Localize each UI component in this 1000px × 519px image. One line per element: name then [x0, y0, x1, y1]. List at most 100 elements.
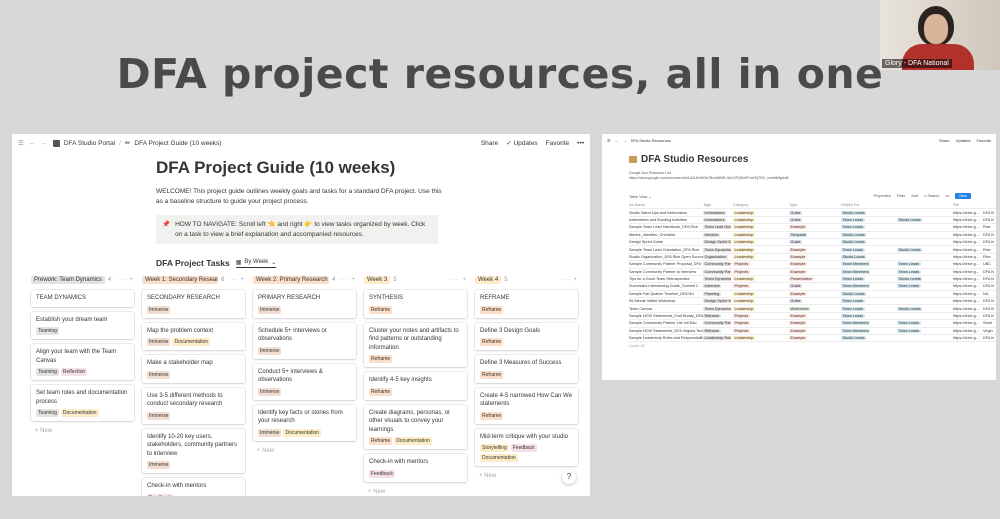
table-row[interactable]: Sample Fall Quarter Timeline_DFA NU Plann…	[629, 291, 996, 299]
table-row[interactable]: Studio Warm Ups and Icebreakers Icebreake…	[629, 209, 996, 217]
table-header-cell[interactable]: Helpful For	[839, 203, 895, 207]
table-view-selector[interactable]: Table View ⌄	[629, 194, 652, 199]
back-arrow-icon[interactable]: ←	[615, 138, 619, 143]
more-options-button[interactable]: •••	[577, 140, 584, 147]
task-card[interactable]: Create 4-5 narrowed How Can We statement…	[475, 387, 578, 424]
table-chip: Projects	[733, 328, 750, 333]
forward-arrow-icon[interactable]: →	[40, 140, 47, 147]
search-button[interactable]: ⌕ Search	[924, 194, 939, 198]
table-row[interactable]: Successful Interviewing Guide_Summit 2 In…	[629, 283, 996, 291]
task-card[interactable]: Set team roles and documentation process…	[31, 385, 134, 421]
favorite-button[interactable]: Favorite	[546, 140, 569, 147]
column-count: 4	[332, 277, 336, 283]
filter-button[interactable]: Filter	[897, 194, 905, 198]
task-card[interactable]: Mid-term critique with your studio Storyt…	[475, 428, 578, 466]
new-card-button[interactable]: + New	[31, 426, 134, 436]
breadcrumb-workspace[interactable]: DFA Studio Portal	[64, 140, 115, 147]
resources-subtitle: Google Doc Resource List https://docs.go…	[629, 171, 996, 181]
breadcrumb-page[interactable]: DFA Project Guide (10 weeks)	[134, 140, 221, 147]
table-cell: https://drive.g...	[953, 321, 979, 326]
task-card[interactable]: Schedule 5+ interviews or observations Im…	[253, 322, 356, 359]
table-header-cell[interactable]: Aa Name	[629, 203, 703, 207]
updates-button[interactable]: ✓ Updates	[506, 139, 537, 147]
task-card[interactable]: Use 3-5 different methods to conduct sec…	[142, 387, 245, 424]
view-selector[interactable]: ▦ By Week ⌄	[235, 259, 277, 268]
table-row[interactable]: Sample HCW Statements_DFA Virginia Tech R…	[629, 328, 996, 336]
table-row[interactable]: Sample Team Lead Handbook_DFA Rice Team L…	[629, 224, 996, 232]
new-card-button[interactable]: + New	[364, 487, 467, 497]
table-header-cell[interactable]: Type	[787, 203, 839, 207]
table-row[interactable]: Tips for a Good Team Retrospective Team D…	[629, 276, 996, 284]
task-card[interactable]: TEAM DYNAMICS	[31, 290, 134, 307]
task-card[interactable]: Create diagrams, personas, or other visu…	[364, 404, 467, 449]
column-tools-icon[interactable]: ··· +	[451, 277, 467, 283]
task-card[interactable]: Check-in with mentors Feedback	[364, 454, 467, 482]
task-card[interactable]: SECONDARY RESEARCH Immerse	[142, 290, 245, 318]
table-chip: Example	[789, 247, 807, 252]
favorite-button[interactable]: Favorite	[977, 138, 991, 143]
table-cell: Guide	[787, 299, 839, 304]
column-name[interactable]: Week 1: Secondary Research	[142, 276, 218, 284]
menu-icon[interactable]: ☰	[607, 138, 611, 143]
resources-title-row: DFA Studio Resources	[629, 154, 996, 165]
task-card[interactable]: Identify 4-5 key insights Reframe	[364, 372, 467, 400]
table-row[interactable]: Team Canvas Team Dynamics Leadership Worksh…	[629, 305, 996, 313]
doc-list-link[interactable]: https://docs.google.com/document/d/1cDL6…	[629, 176, 996, 181]
new-card-button[interactable]: + New	[253, 446, 356, 456]
table-header-cell[interactable]: Tags	[703, 203, 731, 207]
table-cell: https://drive.g...	[953, 336, 979, 341]
column-name[interactable]: Prework: Team Dynamics	[31, 276, 105, 284]
task-card[interactable]: Cluster your notes and artifacts to find…	[364, 322, 467, 367]
column-name[interactable]: Week 3	[364, 276, 391, 284]
table-row[interactable]: Sample HCW Statements_Fruit Buddy_DFA Ref…	[629, 313, 996, 321]
share-button[interactable]: Share	[939, 138, 950, 143]
table-chip: Studio Leads	[841, 240, 867, 245]
help-button[interactable]: ?	[562, 470, 576, 484]
task-card[interactable]: SYNTHESIS Reframe	[364, 290, 467, 318]
task-card[interactable]: Conduct 5+ interviews & observations Imme…	[253, 363, 356, 400]
table-header-cell[interactable]: Category	[731, 203, 787, 207]
column-tools-icon[interactable]: ··· +	[118, 277, 134, 283]
table-row[interactable]: Mentor_Identifier_Checklist Mentors Leader…	[629, 232, 996, 239]
column-tools-icon[interactable]: ··· +	[229, 277, 245, 283]
share-button[interactable]: Share	[481, 140, 498, 147]
task-tag: Reflection	[60, 368, 88, 376]
table-row[interactable]: Sample Community Partner to Interview Com…	[629, 269, 996, 276]
task-card[interactable]: Establish your dream team Teaming	[31, 311, 134, 339]
task-card[interactable]: Identify key facts or stories from your …	[253, 404, 356, 441]
task-card[interactable]: Make a stakeholder map Immerse	[142, 355, 245, 383]
properties-button[interactable]: Properties	[873, 194, 890, 198]
column-name[interactable]: Week 4	[475, 276, 502, 284]
table-cell: Studio Leads	[839, 210, 895, 215]
resources-breadcrumb[interactable]: DFA Studio Resources	[631, 138, 671, 143]
task-tag: Teaming	[36, 368, 59, 376]
back-arrow-icon[interactable]: ←	[29, 140, 36, 147]
table-header-cell[interactable]: File	[951, 203, 981, 207]
column-tools-icon[interactable]: ··· +	[562, 277, 578, 283]
updates-button[interactable]: Updates	[956, 138, 971, 143]
forward-arrow-icon[interactable]: →	[623, 138, 627, 143]
table-row[interactable]: Sample Leadership Roles and Responsibili…	[629, 335, 996, 343]
sort-button[interactable]: Sort	[911, 194, 918, 198]
table-row[interactable]: Studio Organization_DFA Rice Open Source…	[629, 254, 996, 262]
table-row[interactable]: 90-Minute Wallet Workshop Design Sprint W…	[629, 298, 996, 306]
table-row[interactable]: Sample Community Partner List Intl Edu Co…	[629, 320, 996, 328]
task-card[interactable]: Map the problem context Immerse Documentat…	[142, 322, 245, 350]
task-card[interactable]: Define 3 Measures of Success Reframe	[475, 355, 578, 383]
table-row[interactable]: Design Sprint Guide Design Sprint Worksho…	[629, 239, 996, 247]
task-card[interactable]: Identify 10-20 key users, stakeholders, …	[142, 428, 245, 473]
column-name[interactable]: Week 2: Primary Research	[253, 276, 329, 284]
task-card[interactable]: REFRAME Reframe	[475, 290, 578, 318]
table-row[interactable]: Sample Community Partner Proposal_DFA Com…	[629, 261, 996, 269]
new-entry-button[interactable]: New	[955, 193, 971, 199]
table-row[interactable]: Icebreakers and Bonding Activities Icebre…	[629, 217, 996, 225]
table-cell: Example	[787, 262, 839, 267]
column-tools-icon[interactable]: ··· +	[340, 277, 356, 283]
task-card[interactable]: Check-in with mentors Feedback	[142, 478, 245, 496]
task-card[interactable]: Define 3 Design Goals Reframe	[475, 322, 578, 350]
task-card[interactable]: PRIMARY RESEARCH Immerse	[253, 290, 356, 318]
task-card[interactable]: Align your team with the Team Canvas Team…	[31, 344, 134, 380]
more-options-button[interactable]: •••	[945, 194, 949, 198]
menu-icon[interactable]: ☰	[18, 139, 24, 147]
table-row[interactable]: Sample Team Lead Orientation_DFA Rice Tea…	[629, 246, 996, 254]
